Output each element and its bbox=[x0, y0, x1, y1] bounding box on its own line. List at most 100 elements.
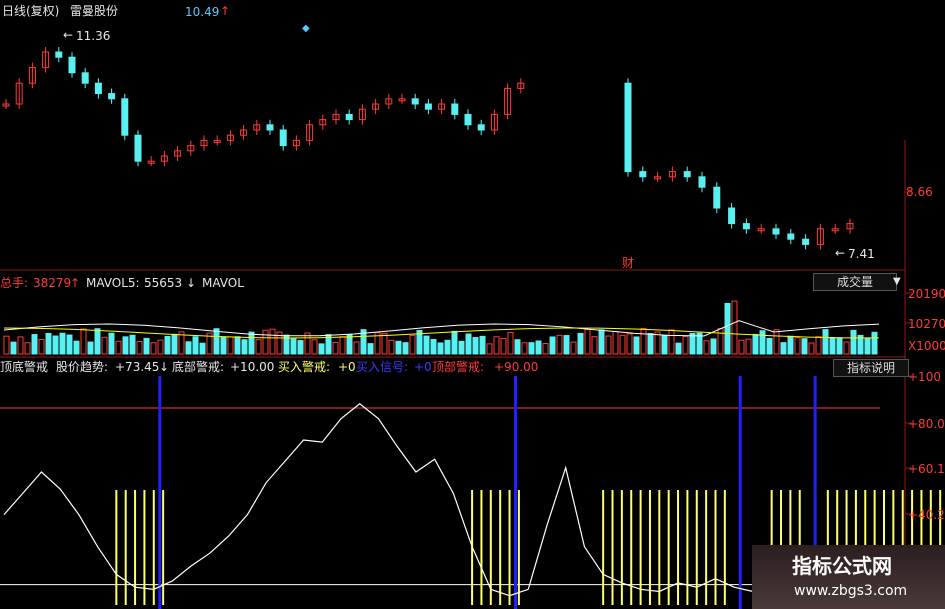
volume-bar bbox=[710, 338, 717, 355]
volume-bar bbox=[150, 342, 157, 355]
volume-bar bbox=[409, 334, 416, 355]
candle-body bbox=[728, 207, 736, 225]
price-up-arrow-icon: ↑ bbox=[220, 4, 231, 18]
candle-body bbox=[81, 72, 89, 84]
volume-bar bbox=[871, 331, 878, 355]
volume-bar bbox=[598, 329, 605, 355]
volume-bar bbox=[836, 337, 843, 355]
volume-bar bbox=[262, 329, 269, 355]
volume-bar bbox=[367, 343, 374, 355]
mavol10-label: MAVOL bbox=[202, 276, 244, 290]
volume-bar bbox=[332, 342, 339, 355]
volume-bar bbox=[815, 336, 822, 355]
stock-chart-canvas bbox=[0, 47, 942, 609]
volume-total-label: 总手: bbox=[0, 276, 29, 290]
trend-value: +73.45 bbox=[115, 360, 160, 374]
candle-body bbox=[121, 98, 129, 136]
volume-indicator-button[interactable]: 成交量 bbox=[813, 273, 897, 291]
volume-bar bbox=[381, 332, 388, 355]
volume-bar bbox=[661, 335, 668, 355]
volume-bar bbox=[157, 339, 164, 355]
price-y-tick: 8.66 bbox=[906, 185, 933, 199]
volume-bar bbox=[472, 337, 479, 355]
volume-bar bbox=[612, 330, 619, 355]
volume-bar bbox=[101, 336, 108, 355]
volume-bar bbox=[297, 340, 304, 355]
volume-bar bbox=[514, 339, 521, 355]
candle-body bbox=[411, 98, 419, 105]
volume-bar bbox=[605, 335, 612, 355]
volume-bar bbox=[626, 333, 633, 355]
volume-bar bbox=[689, 332, 696, 355]
volume-bar bbox=[122, 336, 129, 355]
volume-bar bbox=[31, 334, 38, 355]
financial-report-marker[interactable]: 财 bbox=[622, 256, 634, 270]
chart-period-label: 日线(复权) bbox=[2, 4, 60, 18]
volume-bar bbox=[346, 334, 353, 355]
buy-signal-label: 买入信号: bbox=[356, 360, 409, 374]
mavol5-down-arrow-icon: ↓ bbox=[186, 276, 197, 290]
candle-body bbox=[451, 103, 459, 115]
candle-body bbox=[108, 93, 116, 100]
volume-bar bbox=[115, 340, 122, 355]
volume-bar bbox=[787, 335, 794, 355]
volume-bar bbox=[129, 334, 136, 355]
indicator-help-button[interactable]: 指标说明 bbox=[833, 359, 909, 377]
candle-body bbox=[424, 103, 432, 110]
volume-bar bbox=[52, 335, 59, 355]
volume-bar bbox=[829, 337, 836, 355]
volume-bar bbox=[549, 336, 556, 355]
volume-bar bbox=[647, 333, 654, 355]
candle-body bbox=[802, 238, 810, 245]
candle-body bbox=[266, 124, 274, 131]
volume-bar bbox=[521, 342, 528, 355]
volume-bar bbox=[213, 328, 220, 355]
volume-bar bbox=[10, 341, 17, 355]
volume-bar bbox=[759, 330, 766, 355]
volume-bar bbox=[633, 336, 640, 355]
indicator-y-tick: +80.0 bbox=[908, 417, 945, 431]
candle-body bbox=[68, 56, 76, 74]
volume-bar bbox=[766, 337, 773, 355]
volume-bar bbox=[38, 338, 45, 355]
trend-label: 股价趋势: bbox=[56, 360, 109, 374]
volume-bar bbox=[136, 341, 143, 355]
low-price-arrow-icon: ← bbox=[835, 246, 846, 260]
high-price-arrow-icon: ← bbox=[63, 28, 74, 42]
volume-bar bbox=[556, 334, 563, 355]
high-price-note: 11.36 bbox=[76, 29, 111, 43]
dropdown-chevron-icon[interactable]: ▼ bbox=[893, 275, 901, 289]
candle-body bbox=[464, 113, 472, 126]
volume-bar bbox=[143, 337, 150, 355]
buy-warning-label: 买入警戒: bbox=[278, 360, 331, 374]
diamond-marker-icon: ◆ bbox=[302, 23, 310, 34]
volume-bar bbox=[822, 329, 829, 355]
volume-bar bbox=[241, 339, 248, 355]
volume-bar bbox=[591, 336, 598, 355]
candle-body bbox=[279, 129, 287, 147]
volume-bar bbox=[675, 342, 682, 355]
volume-total-value: 38279 bbox=[33, 276, 72, 290]
volume-bar bbox=[339, 336, 346, 355]
volume-bar bbox=[318, 343, 325, 355]
volume-bar bbox=[577, 332, 584, 355]
candle-body bbox=[639, 171, 647, 178]
candle-body bbox=[134, 134, 142, 162]
volume-bar bbox=[507, 332, 514, 355]
watermark-title: 指标公式网 bbox=[792, 554, 892, 578]
top-warning-label: 顶部警戒: bbox=[432, 360, 485, 374]
volume-bar bbox=[164, 335, 171, 355]
volume-bar bbox=[682, 336, 689, 355]
volume-bar bbox=[773, 329, 780, 355]
volume-bar bbox=[584, 328, 591, 355]
volume-bar bbox=[290, 338, 297, 355]
volume-bar bbox=[542, 343, 549, 355]
bottom-warning-value: +10.00 bbox=[230, 360, 275, 374]
candle-body bbox=[624, 82, 632, 173]
volume-bar bbox=[94, 328, 101, 355]
volume-bar bbox=[794, 337, 801, 355]
volume-bar bbox=[738, 339, 745, 355]
stock-name: 雷曼股份 bbox=[70, 4, 119, 18]
indicator-y-tick: +100 bbox=[908, 370, 941, 384]
volume-bar bbox=[80, 328, 87, 355]
